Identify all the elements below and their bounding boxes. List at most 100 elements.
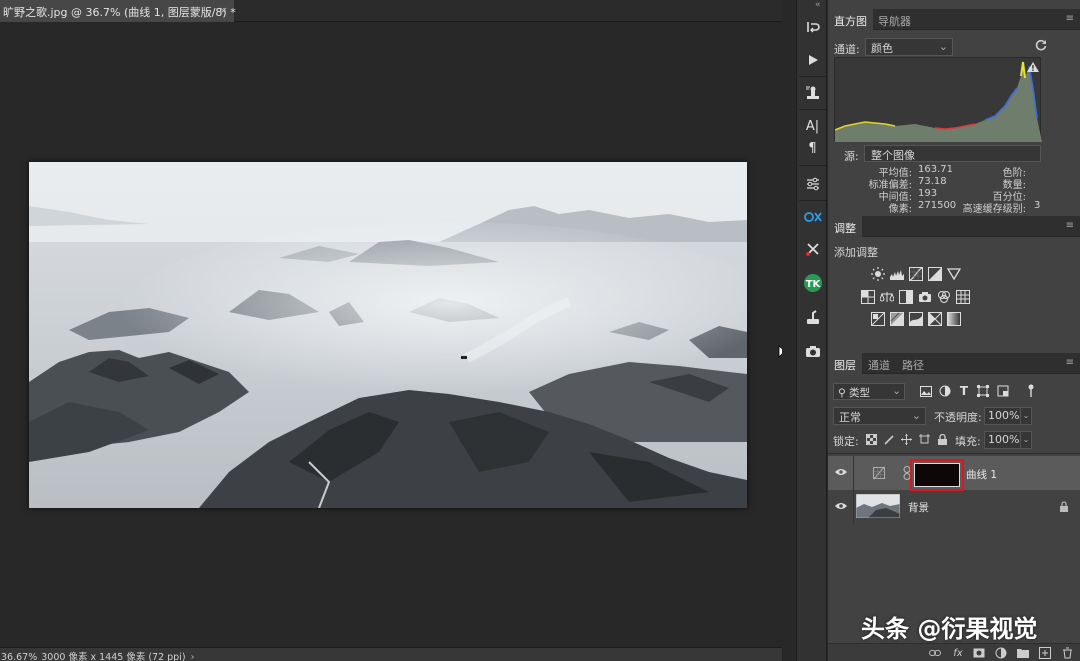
- add-adjustment-title: 添加调整: [834, 246, 878, 259]
- filter-pixel-icon[interactable]: [920, 385, 932, 397]
- layer-name[interactable]: 曲线 1: [966, 467, 997, 482]
- background-layer-thumbnail[interactable]: [856, 494, 900, 518]
- filter-shape-icon[interactable]: [977, 385, 989, 397]
- opacity-dropdown-icon[interactable]: ⌄: [1020, 407, 1032, 425]
- adjustments-panel-tabs: 调整 ≡: [828, 216, 1080, 237]
- new-group-icon[interactable]: [1017, 647, 1029, 659]
- balance-icon[interactable]: [879, 289, 894, 304]
- panel-menu-icon[interactable]: ≡: [1066, 220, 1074, 231]
- canvas-area[interactable]: [0, 23, 781, 647]
- warning-glyph: !: [1031, 64, 1035, 73]
- filter-adjustment-icon[interactable]: [939, 385, 951, 397]
- stat-mean-value: 163.71: [918, 164, 953, 175]
- search-icon: ⚲: [838, 387, 846, 399]
- lock-move-icon[interactable]: [901, 434, 912, 445]
- filter-toggle-icon[interactable]: [1028, 384, 1034, 398]
- invert-icon[interactable]: [870, 311, 885, 326]
- dock-separator: [799, 76, 826, 77]
- lock-label: 锁定:: [833, 435, 859, 448]
- camera-raw-icon[interactable]: [801, 339, 824, 362]
- filter-type-icon[interactable]: T: [958, 384, 970, 398]
- refresh-icon[interactable]: [1034, 38, 1048, 52]
- gradient-map-icon[interactable]: [946, 311, 961, 326]
- delete-layer-icon[interactable]: [1061, 647, 1073, 659]
- close-tab-icon[interactable]: ×: [219, 4, 228, 17]
- brightness-contrast-icon[interactable]: [870, 266, 885, 281]
- gradient-triangle-icon[interactable]: [946, 266, 961, 281]
- collapse-panels-icon[interactable]: «: [815, 0, 821, 10]
- visibility-eye-icon[interactable]: [835, 502, 847, 510]
- tab-paths[interactable]: 路径: [896, 353, 930, 374]
- layer-kind-filter[interactable]: ⚲ 类型 ⌄: [833, 383, 905, 400]
- posterize-icon[interactable]: [889, 311, 904, 326]
- plugin-brush-icon[interactable]: [801, 306, 824, 329]
- plugin-ok-icon[interactable]: [801, 205, 824, 228]
- filter-smart-object-icon[interactable]: [997, 385, 1009, 397]
- visibility-eye-icon[interactable]: [835, 468, 847, 476]
- layer-lock-icon: [1060, 501, 1068, 512]
- new-fill-adjustment-icon[interactable]: [995, 647, 1007, 659]
- layer-name[interactable]: 背景: [908, 500, 929, 515]
- histogram-curve: [834, 61, 1042, 142]
- properties-sliders-icon[interactable]: [801, 172, 824, 195]
- lock-paint-icon[interactable]: [884, 434, 895, 445]
- layer-mask-thumbnail[interactable]: [914, 463, 960, 487]
- tab-layers[interactable]: 图层: [828, 353, 862, 374]
- lock-artboard-icon[interactable]: [919, 434, 930, 445]
- link-layers-icon[interactable]: [929, 647, 941, 659]
- plugin-cut-icon[interactable]: [801, 237, 824, 260]
- visibility-separator: [853, 456, 854, 490]
- actions-play-icon[interactable]: [801, 48, 824, 71]
- tab-histogram[interactable]: 直方图: [828, 9, 873, 30]
- color-lookup-icon[interactable]: [955, 289, 970, 304]
- zoom-level[interactable]: 36.67%: [1, 652, 37, 661]
- channel-mixer-icon[interactable]: [936, 289, 951, 304]
- clone-source-icon[interactable]: [801, 81, 824, 104]
- tab-navigator[interactable]: 导航器: [872, 9, 917, 30]
- right-panel-column: 直方图 导航器 ≡ 通道: 颜色 ⌄ ! 源: 整个图像 平均值: 163.71…: [828, 0, 1080, 661]
- document-tab[interactable]: 旷野之歌.jpg @ 36.7% (曲线 1, 图层蒙版/8) * ×: [0, 0, 236, 22]
- character-icon[interactable]: A|: [801, 115, 824, 138]
- status-menu-arrow[interactable]: ›: [191, 652, 195, 661]
- lock-all-icon[interactable]: [937, 434, 948, 445]
- plugin-tk-icon[interactable]: TK: [801, 271, 824, 294]
- document-canvas-image[interactable]: [29, 162, 747, 508]
- stat-pixels-label: 像素:: [888, 204, 912, 215]
- fill-dropdown-icon[interactable]: ⌄: [1020, 431, 1032, 449]
- panel-dock: A| ¶ TK: [796, 0, 827, 661]
- photo-filter-icon[interactable]: [917, 289, 932, 304]
- black-white-icon[interactable]: [898, 289, 913, 304]
- lock-transparent-icon[interactable]: [866, 434, 877, 445]
- channel-value: 颜色: [871, 42, 893, 55]
- stat-cache-label: 高速缓存级别:: [962, 204, 1026, 215]
- vibrance-icon[interactable]: [860, 289, 875, 304]
- dock-gap: [782, 0, 796, 661]
- tab-channels[interactable]: 通道: [862, 353, 896, 374]
- document-tab-title: 旷野之歌.jpg @ 36.7% (曲线 1, 图层蒙版/8) *: [3, 6, 236, 19]
- panel-menu-icon[interactable]: ≡: [1066, 13, 1074, 24]
- history-icon[interactable]: [801, 15, 824, 38]
- visibility-separator: [853, 490, 854, 524]
- cache-warning-icon[interactable]: !: [1026, 61, 1040, 73]
- layer-row-curves[interactable]: 曲线 1: [828, 456, 1080, 491]
- new-layer-icon[interactable]: [1039, 647, 1051, 659]
- threshold-icon[interactable]: [908, 311, 923, 326]
- paragraph-icon[interactable]: ¶: [801, 137, 824, 160]
- selective-color-icon[interactable]: [927, 311, 942, 326]
- channel-select[interactable]: 颜色 ⌄: [865, 38, 953, 56]
- source-select[interactable]: 整个图像: [864, 145, 1041, 162]
- dock-separator: [799, 165, 826, 166]
- tab-adjustments[interactable]: 调整: [828, 216, 862, 237]
- add-mask-icon[interactable]: [973, 647, 985, 659]
- fill-label: 填充:: [955, 435, 981, 448]
- levels-icon[interactable]: [889, 266, 904, 281]
- dock-separator: [799, 109, 826, 110]
- fx-icon[interactable]: fx: [952, 647, 964, 659]
- blend-mode-value: 正常: [839, 411, 861, 424]
- curves-icon[interactable]: [908, 266, 923, 281]
- panel-menu-icon[interactable]: ≡: [1066, 357, 1074, 368]
- document-tab-bar: 旷野之歌.jpg @ 36.7% (曲线 1, 图层蒙版/8) * ×: [0, 0, 796, 22]
- layer-row-background[interactable]: 背景: [828, 490, 1080, 524]
- blend-mode-select[interactable]: 正常 ⌄: [833, 407, 926, 425]
- exposure-icon[interactable]: [927, 266, 942, 281]
